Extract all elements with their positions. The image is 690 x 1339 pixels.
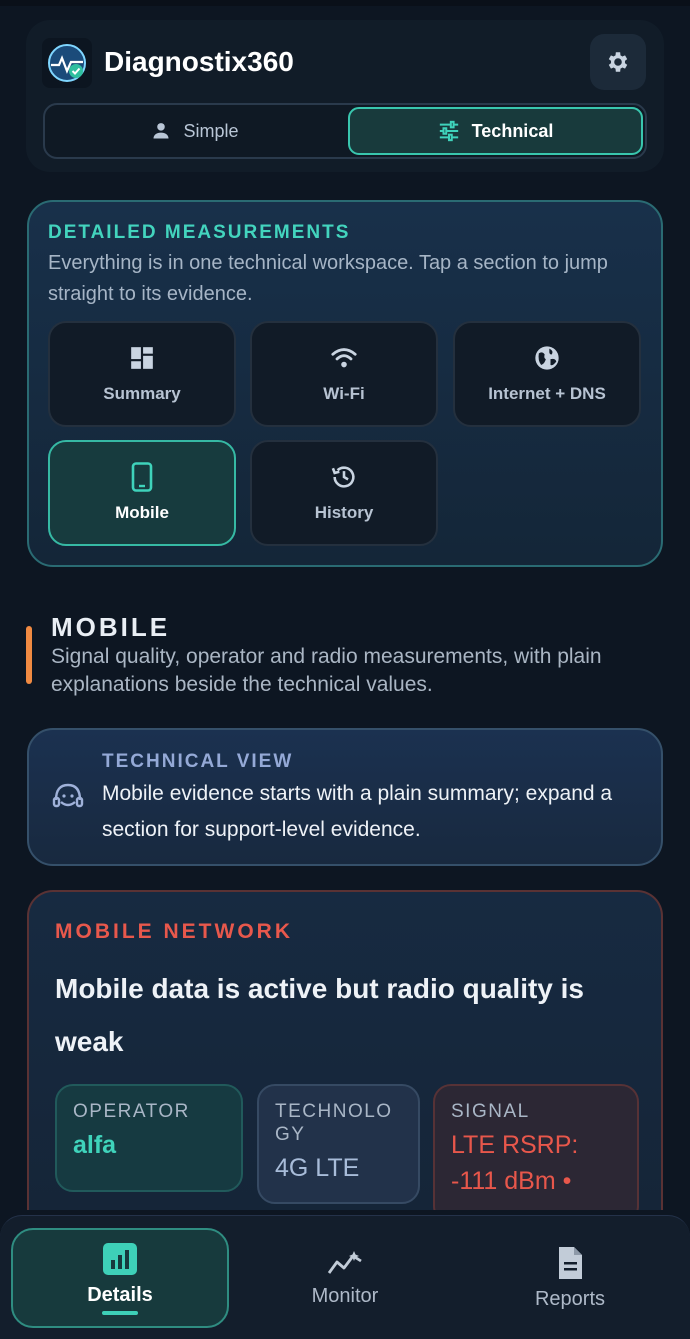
mobile-network-headline: Mobile data is active but radio quality … bbox=[55, 973, 585, 1057]
tile-history[interactable]: History bbox=[250, 440, 438, 546]
trend-icon bbox=[327, 1250, 362, 1274]
support-agent-icon bbox=[51, 780, 85, 814]
tile-mobile-label: Mobile bbox=[115, 503, 169, 522]
nav-reports-label: Reports bbox=[534, 1287, 606, 1310]
mode-toggle: Simple Technical bbox=[43, 103, 647, 159]
app-header: Diagnostix360 Simple Technical bbox=[26, 20, 664, 172]
section-description: Signal quality, operator and radio measu… bbox=[51, 645, 602, 696]
measurements-title: DETAILED MEASUREMENTS bbox=[48, 222, 351, 243]
gear-icon bbox=[608, 52, 628, 72]
operator-value: alfa bbox=[73, 1131, 117, 1159]
tile-history-label: History bbox=[314, 503, 374, 522]
technology-value: 4G LTE bbox=[275, 1154, 360, 1182]
history-icon bbox=[330, 463, 358, 491]
tile-mobile[interactable]: Mobile bbox=[48, 440, 236, 546]
signal-value: LTE RSRP: -111 dBm • bbox=[451, 1131, 579, 1195]
tile-internet-dns-label: Internet + DNS bbox=[488, 384, 606, 403]
dashboard-icon bbox=[128, 344, 156, 372]
nav-details-label: Details bbox=[87, 1283, 153, 1306]
status-bar bbox=[0, 0, 690, 6]
signal-label: SIGNAL bbox=[451, 1101, 530, 1122]
mode-technical-button[interactable]: Technical bbox=[348, 107, 643, 155]
signal-stat: SIGNAL LTE RSRP: -111 dBm • bbox=[433, 1084, 639, 1210]
bottom-navigation: Details Monitor Reports bbox=[0, 1215, 690, 1339]
mode-technical-label: Technical bbox=[471, 120, 554, 141]
measurements-description: Everything is in one technical workspace… bbox=[48, 252, 608, 305]
nav-monitor-label: Monitor bbox=[311, 1284, 379, 1307]
detailed-measurements-card: DETAILED MEASUREMENTS Everything is in o… bbox=[27, 200, 663, 567]
document-icon bbox=[559, 1246, 582, 1279]
bar-chart-icon bbox=[103, 1242, 137, 1275]
settings-button[interactable] bbox=[590, 34, 646, 90]
sliders-icon bbox=[439, 120, 458, 142]
active-indicator bbox=[102, 1310, 138, 1315]
mobile-network-label: MOBILE NETWORK bbox=[55, 920, 293, 943]
person-icon bbox=[153, 123, 169, 139]
tile-summary-label: Summary bbox=[103, 384, 181, 403]
technology-label: TECHNOLOGY bbox=[275, 1101, 393, 1145]
globe-icon bbox=[533, 344, 561, 372]
technology-stat: TECHNOLOGY 4G LTE bbox=[257, 1084, 420, 1204]
mode-simple-button[interactable]: Simple bbox=[47, 107, 343, 155]
tile-internet-dns[interactable]: Internet + DNS bbox=[453, 321, 641, 427]
technical-view-text: Mobile evidence starts with a plain summ… bbox=[102, 782, 613, 841]
diagnostix-logo bbox=[42, 38, 92, 88]
nav-details[interactable]: Details bbox=[11, 1228, 229, 1328]
section-title: MOBILE bbox=[51, 612, 171, 642]
app-title: Diagnostix360 bbox=[104, 46, 294, 77]
wifi-icon bbox=[330, 344, 358, 372]
section-accent-bar bbox=[26, 626, 32, 684]
operator-stat: OPERATOR alfa bbox=[55, 1084, 243, 1192]
nav-reports[interactable]: Reports bbox=[461, 1228, 679, 1328]
tile-wifi[interactable]: Wi-Fi bbox=[250, 321, 438, 427]
mode-simple-label: Simple bbox=[183, 120, 239, 141]
mobile-network-card: MOBILE NETWORK Mobile data is active but… bbox=[27, 890, 663, 1210]
technical-view-card[interactable]: TECHNICAL VIEW Mobile evidence starts wi… bbox=[27, 728, 663, 866]
operator-label: OPERATOR bbox=[73, 1101, 190, 1122]
tile-wifi-label: Wi-Fi bbox=[323, 384, 365, 403]
nav-monitor[interactable]: Monitor bbox=[236, 1228, 454, 1328]
tile-summary[interactable]: Summary bbox=[48, 321, 236, 427]
phone-icon bbox=[128, 462, 156, 492]
technical-view-title: TECHNICAL VIEW bbox=[102, 751, 294, 772]
